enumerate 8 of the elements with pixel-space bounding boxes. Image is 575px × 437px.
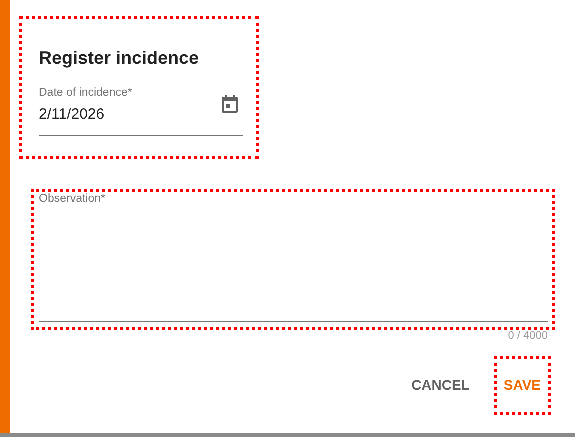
cancel-button[interactable]: CANCEL bbox=[408, 371, 473, 400]
date-field[interactable]: Date of incidence* 2/11/2026 bbox=[39, 86, 243, 136]
dialog-title: Register incidence bbox=[39, 47, 200, 69]
field-label: Observation* bbox=[39, 192, 106, 206]
date-value: 2/11/2026 bbox=[39, 105, 106, 125]
calendar-icon[interactable] bbox=[222, 95, 238, 113]
observation-field[interactable]: Observation* bbox=[39, 192, 548, 322]
field-label: Date of incidence* bbox=[39, 86, 134, 100]
